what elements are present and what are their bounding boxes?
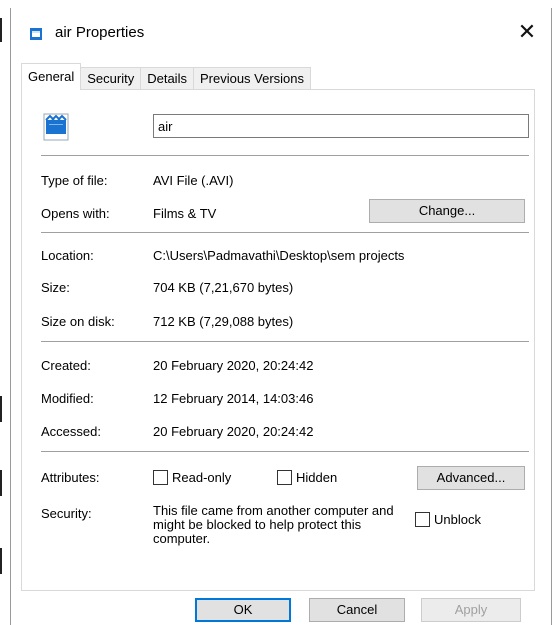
accessed-value: 20 February 2020, 20:24:42 <box>153 424 314 439</box>
opens-with-label: Opens with: <box>41 206 110 221</box>
separator <box>41 155 529 156</box>
type-of-file-value: AVI File (.AVI) <box>153 173 234 188</box>
window-edge-mark <box>0 18 2 42</box>
tab-details[interactable]: Details <box>140 67 194 90</box>
change-button[interactable]: Change... <box>369 199 525 223</box>
modified-value: 12 February 2014, 14:03:46 <box>153 391 314 406</box>
created-value: 20 February 2020, 20:24:42 <box>153 358 314 373</box>
ok-button[interactable]: OK <box>195 598 291 622</box>
checkbox-box[interactable] <box>415 512 430 527</box>
video-file-icon <box>43 113 69 141</box>
apply-button[interactable]: Apply <box>421 598 521 622</box>
properties-dialog: air Properties ✕ General Security Detail… <box>10 8 552 625</box>
separator <box>41 451 529 452</box>
size-value: 704 KB (7,21,670 bytes) <box>153 280 294 295</box>
tab-security[interactable]: Security <box>80 67 142 90</box>
cancel-button[interactable]: Cancel <box>309 598 405 622</box>
checkbox-box[interactable] <box>277 470 292 485</box>
file-name-input[interactable] <box>153 114 529 138</box>
advanced-button[interactable]: Advanced... <box>417 466 525 490</box>
security-warning-text: This file came from another computer and… <box>153 503 394 546</box>
window-title: air Properties <box>55 24 145 41</box>
title-bar[interactable]: air Properties ✕ <box>11 8 551 52</box>
tab-general[interactable]: General <box>21 63 82 90</box>
read-only-checkbox[interactable]: Read-only <box>153 470 231 485</box>
hidden-label: Hidden <box>296 470 338 485</box>
size-on-disk-value: 712 KB (7,29,088 bytes) <box>153 314 294 329</box>
dialog-footer: OK Cancel Apply <box>11 598 551 625</box>
window-edge-mark <box>0 396 2 422</box>
separator <box>41 232 529 233</box>
location-label: Location: <box>41 248 94 263</box>
video-file-icon <box>30 28 42 40</box>
separator <box>41 341 529 342</box>
location-value: C:\Users\Padmavathi\Desktop\sem projects <box>153 248 405 263</box>
size-on-disk-label: Size on disk: <box>41 314 115 329</box>
tab-previous-versions[interactable]: Previous Versions <box>192 67 312 90</box>
type-of-file-label: Type of file: <box>41 173 108 188</box>
accessed-label: Accessed: <box>41 424 101 439</box>
security-label: Security: <box>41 506 92 521</box>
attributes-label: Attributes: <box>41 470 100 485</box>
window-edge-mark <box>0 470 2 496</box>
size-label: Size: <box>41 280 70 295</box>
window-edge-mark <box>0 548 2 574</box>
hidden-checkbox[interactable]: Hidden <box>277 470 337 485</box>
close-icon[interactable]: ✕ <box>513 18 541 46</box>
created-label: Created: <box>41 358 91 373</box>
read-only-label: Read-only <box>172 470 232 485</box>
tab-strip: General Security Details Previous Versio… <box>21 63 312 90</box>
unblock-label: Unblock <box>434 512 481 527</box>
opens-with-value: Films & TV <box>153 206 217 221</box>
unblock-checkbox[interactable]: Unblock <box>415 512 481 527</box>
checkbox-box[interactable] <box>153 470 168 485</box>
modified-label: Modified: <box>41 391 94 406</box>
